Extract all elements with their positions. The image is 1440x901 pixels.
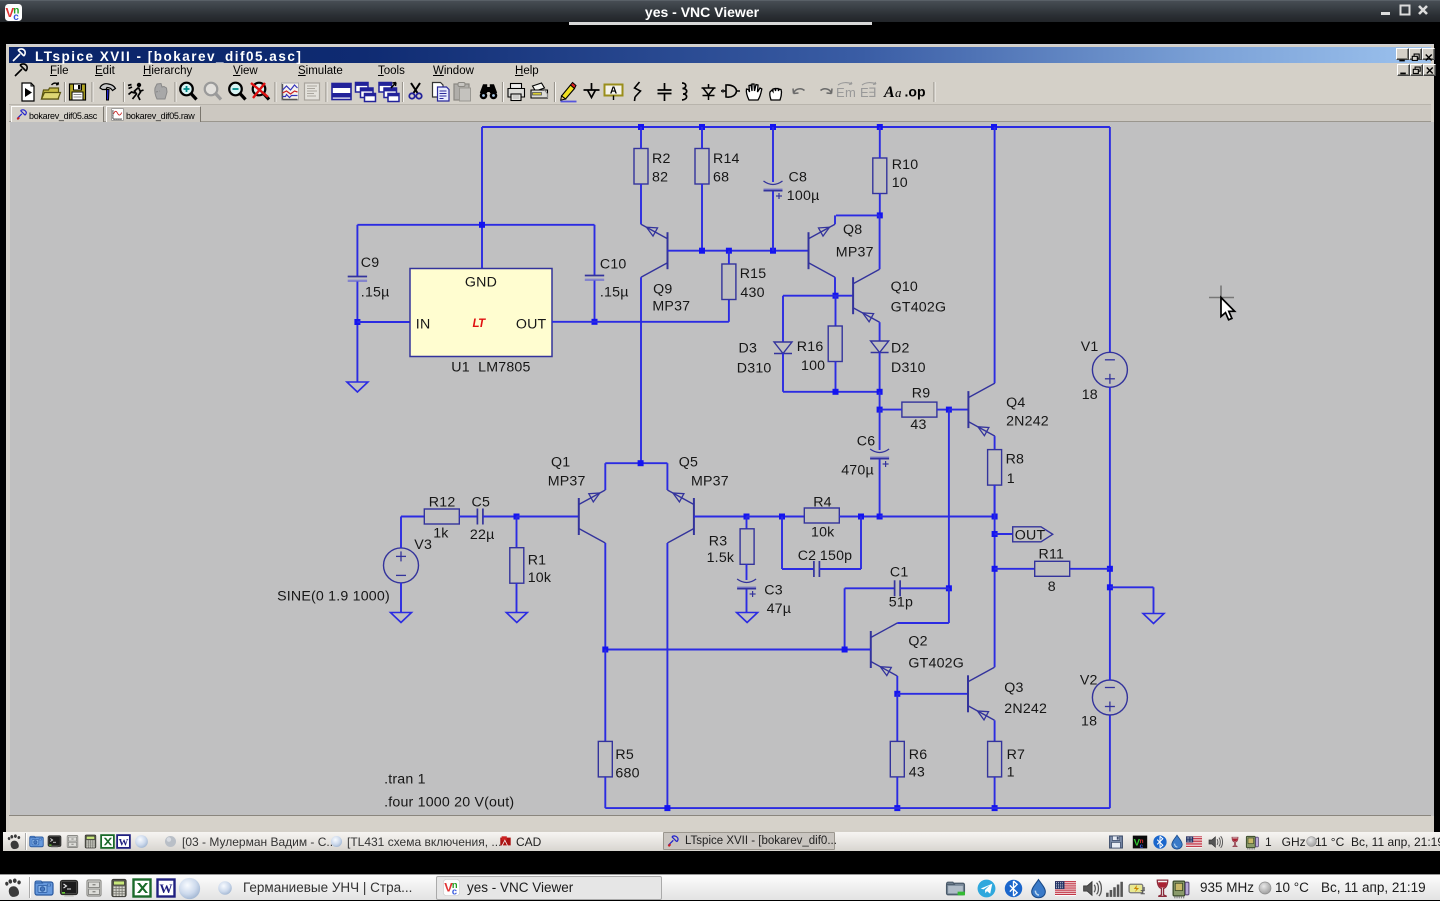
svg-text:R9: R9 — [912, 386, 931, 402]
svg-text:2N242: 2N242 — [1004, 701, 1047, 717]
svg-text:V2: V2 — [1080, 672, 1098, 688]
svg-text:W: W — [160, 881, 173, 896]
svg-text:SINE(0 1.9 1000): SINE(0 1.9 1000) — [277, 588, 390, 604]
svg-text:150p: 150p — [820, 548, 852, 564]
svg-text:C6: C6 — [857, 433, 876, 449]
svg-text:.15µ: .15µ — [600, 285, 629, 301]
svg-text:47µ: 47µ — [767, 601, 792, 617]
svg-text:.15µ: .15µ — [361, 285, 390, 301]
svg-text:D310: D310 — [891, 360, 926, 376]
svg-text:GT402G: GT402G — [908, 655, 964, 671]
svg-text:18: 18 — [1082, 387, 1098, 403]
svg-text:Q3: Q3 — [1004, 680, 1023, 696]
svg-text:R8: R8 — [1006, 452, 1025, 468]
svg-text:MP37: MP37 — [652, 299, 690, 315]
svg-text:R11: R11 — [1039, 547, 1065, 563]
svg-text:10k: 10k — [811, 525, 835, 541]
svg-text:GT402G: GT402G — [891, 300, 947, 316]
svg-text:IN: IN — [416, 317, 431, 333]
svg-text:470µ: 470µ — [841, 463, 874, 479]
svg-text:18: 18 — [1081, 713, 1097, 729]
svg-text:Q5: Q5 — [679, 455, 698, 471]
svg-text:MP37: MP37 — [691, 473, 729, 489]
svg-text:51p: 51p — [889, 595, 913, 611]
svg-text:Q9: Q9 — [653, 281, 672, 297]
svg-text:82: 82 — [652, 170, 668, 186]
svg-text:2N242: 2N242 — [1006, 414, 1049, 430]
svg-text:MP37: MP37 — [836, 245, 874, 261]
svg-text:C2: C2 — [798, 548, 817, 564]
svg-text:Q10: Q10 — [891, 279, 918, 295]
svg-text:43: 43 — [909, 765, 925, 781]
svg-text:R2: R2 — [652, 151, 671, 167]
svg-text:8: 8 — [1048, 579, 1056, 595]
svg-text:R1: R1 — [528, 552, 547, 568]
svg-text:c: c — [1140, 843, 1144, 850]
svg-text:R3: R3 — [709, 533, 728, 549]
svg-text:A: A — [610, 86, 617, 97]
svg-text:C8: C8 — [789, 169, 808, 185]
svg-text:1: 1 — [1007, 765, 1015, 781]
svg-text:∃: ∃ — [868, 85, 876, 100]
svg-text:Q1: Q1 — [551, 455, 570, 471]
svg-text:W: W — [119, 837, 129, 848]
svg-text:22µ: 22µ — [470, 527, 495, 543]
svg-text:10k: 10k — [528, 570, 552, 586]
svg-text:R10: R10 — [892, 157, 919, 173]
svg-text:A: A — [883, 84, 895, 101]
svg-text:1k: 1k — [433, 526, 449, 542]
svg-text:68: 68 — [713, 170, 729, 186]
svg-text:1.5k: 1.5k — [707, 550, 735, 566]
svg-text:a: a — [895, 85, 902, 100]
svg-text:1: 1 — [1007, 471, 1015, 487]
svg-text:100: 100 — [801, 358, 825, 374]
svg-text:R4: R4 — [813, 495, 832, 511]
svg-text:MP37: MP37 — [548, 473, 586, 489]
svg-text:C3: C3 — [764, 582, 783, 598]
svg-text:.four 1000 20 V(out): .four 1000 20 V(out) — [384, 795, 514, 811]
svg-text:OUT: OUT — [1015, 527, 1046, 543]
svg-text:C10: C10 — [600, 257, 627, 273]
svg-text:R12: R12 — [429, 495, 456, 511]
svg-text:R6: R6 — [909, 747, 928, 763]
svg-text:V1: V1 — [1081, 339, 1099, 355]
svg-text:m: m — [845, 85, 856, 100]
svg-text:D2: D2 — [891, 341, 910, 357]
svg-text:D3: D3 — [739, 341, 758, 357]
svg-text:Q8: Q8 — [843, 222, 862, 238]
svg-text:OUT: OUT — [516, 317, 547, 333]
svg-text:.tran 1: .tran 1 — [384, 772, 426, 788]
svg-text:R7: R7 — [1007, 747, 1026, 763]
svg-text:680: 680 — [615, 766, 639, 782]
svg-text:10: 10 — [892, 175, 908, 191]
svg-text:R5: R5 — [615, 747, 634, 763]
svg-text:Q2: Q2 — [908, 634, 927, 650]
svg-text:c: c — [452, 886, 457, 896]
svg-text:E: E — [836, 85, 845, 100]
svg-text:100µ: 100µ — [787, 188, 820, 204]
svg-text:U1 LM7805: U1 LM7805 — [451, 359, 530, 375]
svg-text:C9: C9 — [361, 255, 380, 271]
svg-text:.op: .op — [905, 84, 926, 100]
svg-text:GND: GND — [465, 274, 497, 290]
svg-text:LT: LT — [473, 318, 487, 330]
svg-text:430: 430 — [740, 285, 764, 301]
svg-text:D310: D310 — [737, 361, 772, 377]
svg-text:V3: V3 — [414, 537, 432, 553]
svg-text:C1: C1 — [890, 565, 909, 581]
svg-text:R16: R16 — [797, 339, 824, 355]
svg-text:43: 43 — [910, 417, 926, 433]
svg-text:C5: C5 — [472, 495, 491, 511]
svg-text:R14: R14 — [713, 151, 740, 167]
svg-text:Q4: Q4 — [1006, 395, 1025, 411]
svg-text:R15: R15 — [740, 266, 767, 282]
